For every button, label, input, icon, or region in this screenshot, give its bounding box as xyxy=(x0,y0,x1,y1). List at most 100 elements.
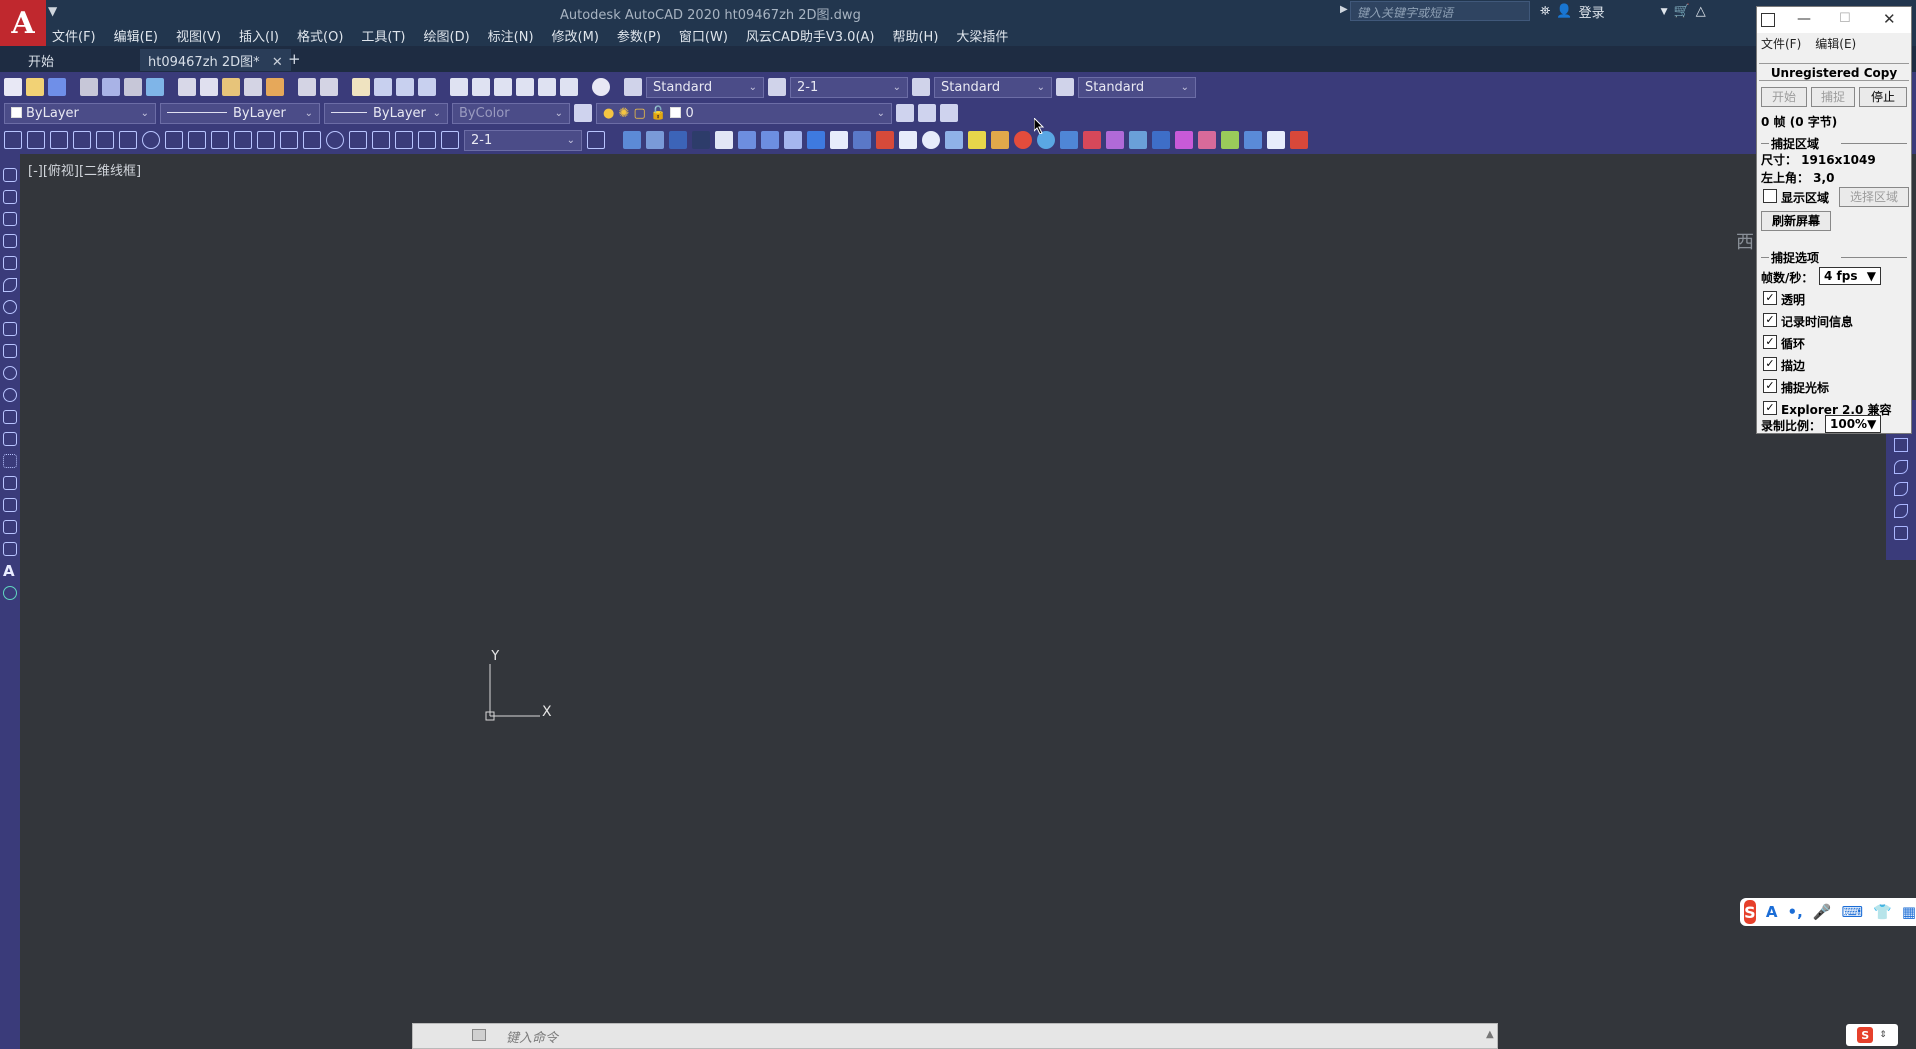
menu-fengyun-plugin[interactable]: 风云CAD助手V3.0(A) xyxy=(746,24,885,45)
menu-file[interactable]: 文件(F) xyxy=(52,24,106,45)
layer-states-icon[interactable] xyxy=(940,104,958,122)
design-center-icon[interactable] xyxy=(472,78,490,96)
tolerance-icon[interactable] xyxy=(303,131,321,149)
print-icon[interactable] xyxy=(80,78,98,96)
ime-toolbox-icon[interactable]: ▦ xyxy=(1902,903,1916,921)
menu-modify[interactable]: 修改(M) xyxy=(552,24,609,45)
linear-dim-icon[interactable] xyxy=(4,131,22,149)
ordinate-dim-icon[interactable] xyxy=(73,131,91,149)
capture-start-button[interactable]: 开始 xyxy=(1761,87,1807,107)
option-checkbox-timing[interactable]: ✓ xyxy=(1763,313,1777,327)
menu-tools[interactable]: 工具(T) xyxy=(361,24,415,45)
aligned-dim-icon[interactable] xyxy=(27,131,45,149)
plugin-tool-13-icon[interactable] xyxy=(899,131,917,149)
menu-window[interactable]: 窗口(W) xyxy=(679,24,738,45)
plugin-tool-1-icon[interactable] xyxy=(623,131,641,149)
arc-icon[interactable] xyxy=(3,278,17,292)
radius-dim-icon[interactable] xyxy=(96,131,114,149)
minimize-icon[interactable]: — xyxy=(1797,11,1811,27)
ime-voice-icon[interactable]: 🎤 xyxy=(1813,903,1832,921)
dim-break-icon[interactable] xyxy=(280,131,298,149)
linetype-select[interactable]: ByLayer ⌄ xyxy=(160,102,320,124)
plugin-tool-22-icon[interactable] xyxy=(1106,131,1124,149)
block-editor-icon[interactable] xyxy=(266,78,284,96)
gradient-icon[interactable] xyxy=(3,498,17,512)
dim-update-icon[interactable] xyxy=(441,131,459,149)
fillet-tool-icon[interactable] xyxy=(1894,460,1908,474)
make-object-layer-current-icon[interactable] xyxy=(896,104,914,122)
redo-icon[interactable] xyxy=(320,78,338,96)
plot-icon[interactable] xyxy=(124,78,142,96)
cut-icon[interactable] xyxy=(178,78,196,96)
capture-capture-button[interactable]: 捕捉 xyxy=(1811,87,1855,107)
add-selected-icon[interactable] xyxy=(3,586,17,600)
plugin-tool-30-icon[interactable] xyxy=(1290,131,1308,149)
capture-stop-button[interactable]: 停止 xyxy=(1859,87,1907,107)
text-style-icon[interactable] xyxy=(624,78,642,96)
markup-icon[interactable] xyxy=(538,78,556,96)
rectangle-icon[interactable] xyxy=(3,256,17,270)
diameter-dim-icon[interactable] xyxy=(142,131,160,149)
plugin-tool-29-icon[interactable] xyxy=(1267,131,1285,149)
plugin-tool-26-icon[interactable] xyxy=(1198,131,1216,149)
select-region-button[interactable]: 选择区域 xyxy=(1839,187,1909,207)
ime-tray-widget[interactable]: S ⇕ xyxy=(1846,1024,1898,1046)
sogou-ime-icon[interactable]: S xyxy=(1744,900,1756,924)
zoom-previous-icon[interactable] xyxy=(418,78,436,96)
ellipse-arc-icon[interactable] xyxy=(3,388,17,402)
match-properties-icon[interactable] xyxy=(244,78,262,96)
make-block-icon[interactable] xyxy=(3,432,17,446)
plugin-tool-11-icon[interactable] xyxy=(853,131,871,149)
menu-format[interactable]: 格式(O) xyxy=(297,24,353,45)
dim-edit-icon[interactable] xyxy=(395,131,413,149)
dimension-style-icon[interactable] xyxy=(587,131,605,149)
autocad-logo-button[interactable]: A xyxy=(0,0,46,46)
menu-edit[interactable]: 编辑(E) xyxy=(114,24,168,45)
plugin-tool-3-icon[interactable] xyxy=(669,131,687,149)
dim-style-select[interactable]: 2-1 ⌄ xyxy=(790,76,908,98)
quick-access-dropdown-icon[interactable]: ▼ xyxy=(48,4,57,18)
login-button[interactable]: 登录 xyxy=(1579,2,1605,21)
layer-select[interactable]: ● ✺ ▢ 🔓 0 ⌄ xyxy=(596,102,892,124)
menu-view[interactable]: 视图(V) xyxy=(176,24,231,45)
jogged-linear-icon[interactable] xyxy=(372,131,390,149)
chamfer-tool-icon[interactable] xyxy=(1894,482,1908,496)
viewport-controls-label[interactable]: [-][俯视][二维线框] xyxy=(28,160,141,179)
revision-cloud-icon[interactable] xyxy=(3,322,17,336)
plugin-tool-17-icon[interactable] xyxy=(991,131,1009,149)
plugin-tool-6-icon[interactable] xyxy=(738,131,756,149)
array-tool-icon[interactable] xyxy=(1894,526,1908,540)
search-expand-icon[interactable]: ▶ xyxy=(1340,4,1348,15)
circle-icon[interactable] xyxy=(3,300,17,314)
ime-language-button[interactable]: A xyxy=(1766,903,1778,921)
insert-block-icon[interactable] xyxy=(3,410,17,424)
ime-punctuation-icon[interactable]: •, xyxy=(1787,903,1802,921)
angular-dim-icon[interactable] xyxy=(165,131,183,149)
command-history-icon[interactable] xyxy=(472,1029,486,1041)
option-checkbox-transparent[interactable]: ✓ xyxy=(1763,291,1777,305)
polygon-icon[interactable] xyxy=(3,234,17,248)
cart-icon[interactable]: 🛒 xyxy=(1674,4,1690,19)
extend-tool-icon[interactable] xyxy=(1894,438,1908,452)
capture-menu-file[interactable]: 文件(F) xyxy=(1761,35,1801,52)
blend-curves-icon[interactable] xyxy=(1894,504,1908,518)
plugin-tool-28-icon[interactable] xyxy=(1244,131,1262,149)
menu-help[interactable]: 帮助(H) xyxy=(892,24,948,45)
quick-dim-icon[interactable] xyxy=(188,131,206,149)
search-input[interactable]: 键入关键字或短语 xyxy=(1350,1,1530,21)
paste-icon[interactable] xyxy=(222,78,240,96)
dim-space-icon[interactable] xyxy=(257,131,275,149)
menu-parametric[interactable]: 参数(P) xyxy=(617,24,671,45)
plugin-tool-25-icon[interactable] xyxy=(1175,131,1193,149)
option-checkbox-loop[interactable]: ✓ xyxy=(1763,335,1777,349)
autodesk-a360-icon[interactable]: △ xyxy=(1696,4,1706,19)
text-style-select[interactable]: Standard ⌄ xyxy=(646,76,764,98)
multiline-text-icon[interactable]: A xyxy=(3,562,15,580)
new-tab-button[interactable]: + xyxy=(288,50,301,68)
layer-previous-icon[interactable] xyxy=(918,104,936,122)
dim-text-edit-icon[interactable] xyxy=(418,131,436,149)
binoculars-icon[interactable]: ⛯ xyxy=(1540,4,1550,19)
viewcube-west-label[interactable]: 西 xyxy=(1736,228,1754,254)
plugin-tool-2-icon[interactable] xyxy=(646,131,664,149)
tool-palettes-icon[interactable] xyxy=(494,78,512,96)
